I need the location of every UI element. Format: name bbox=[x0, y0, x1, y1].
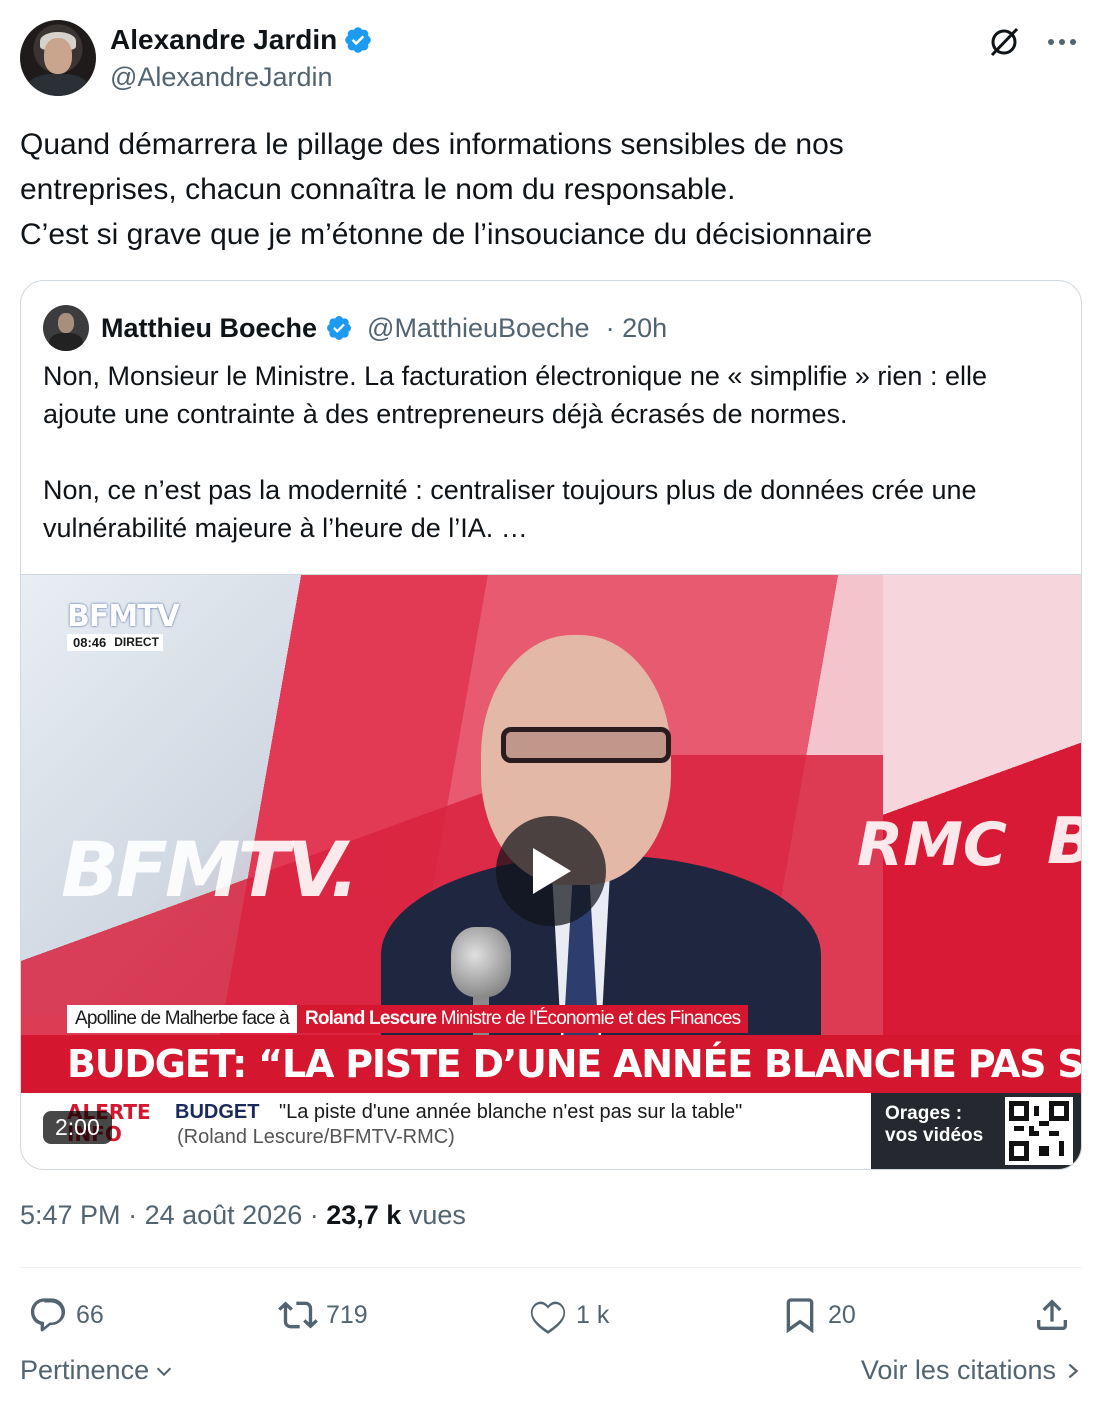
video-duration: 2:00 bbox=[43, 1111, 112, 1144]
lower-third-host: Apolline de Malherbe face à bbox=[67, 1005, 297, 1033]
lower-third: Apolline de Malherbe face à Roland Lescu… bbox=[67, 1005, 749, 1033]
repost-icon bbox=[278, 1301, 318, 1329]
quoted-tweet-time: · 20h bbox=[605, 312, 668, 343]
quoted-text-line: Non, ce n’est pas la modernité : central… bbox=[43, 475, 977, 505]
more-icon[interactable] bbox=[1044, 24, 1080, 60]
verified-badge-icon bbox=[327, 316, 351, 340]
tweet-text: Quand démarrera le pillage des informati… bbox=[20, 122, 1080, 257]
views-label: vues bbox=[408, 1200, 466, 1230]
video-headline: BUDGET: “LA PISTE D’UNE ANNÉE BLANCHE PA… bbox=[21, 1035, 1081, 1093]
chevron-down-icon bbox=[156, 1367, 172, 1376]
channel-logo: BFMTV 08:46 DIRECT bbox=[67, 599, 180, 651]
ticker-source: (Roland Lescure/BFMTV-RMC) bbox=[177, 1126, 455, 1148]
tweet-meta: 5:47 PM · 24 août 2026 · 23,7 k vues bbox=[20, 1200, 466, 1230]
author-handle[interactable]: @AlexandreJardin bbox=[110, 62, 333, 93]
channel-logo-text: BFMTV bbox=[67, 599, 180, 634]
view-quotes-link[interactable]: Voir les citations bbox=[861, 1355, 1082, 1386]
tweet-line: entreprises, chacun connaîtra le nom du … bbox=[20, 173, 736, 206]
quoted-author-handle: @MatthieuBoeche bbox=[367, 312, 590, 343]
quoted-tweet[interactable]: Matthieu Boeche @MatthieuBoeche · 20h No… bbox=[20, 280, 1082, 1170]
grok-icon[interactable] bbox=[986, 24, 1022, 60]
promo-line: Orages : bbox=[885, 1103, 963, 1124]
live-label: DIRECT bbox=[112, 634, 163, 651]
quoted-tweet-text: Non, Monsieur le Ministre. La facturatio… bbox=[43, 357, 1063, 547]
qr-code bbox=[1005, 1097, 1073, 1165]
repost-count: 719 bbox=[326, 1300, 368, 1329]
play-button[interactable] bbox=[496, 816, 606, 926]
ticker-promo: Orages : vos vidéos bbox=[871, 1093, 1081, 1169]
lower-third-guest: Roland Lescure bbox=[304, 1008, 437, 1029]
ticker-quote: "La piste d'une année blanche n'est pas … bbox=[279, 1101, 743, 1123]
ticker-label: BUDGET bbox=[175, 1101, 260, 1123]
author-display-name[interactable]: Alexandre Jardin bbox=[110, 24, 337, 56]
studio-watermark: RMC bbox=[857, 810, 1007, 880]
tweet-line: C’est si grave que je m’étonne de l’inso… bbox=[20, 218, 873, 251]
bookmark-icon bbox=[786, 1298, 814, 1334]
quoted-text-line: ajoute une contrainte à des entrepreneur… bbox=[43, 399, 848, 429]
header-actions bbox=[986, 24, 1080, 60]
play-icon bbox=[533, 848, 571, 894]
tweet-date[interactable]: 24 août 2026 bbox=[145, 1200, 303, 1230]
studio-watermark: BFMTV. bbox=[61, 825, 359, 914]
lower-third-guest-block: Roland Lescure Ministre de l'Économie et… bbox=[296, 1005, 749, 1033]
video-player[interactable]: BFMTV. RMC B BFMTV 08:46 DIRECT Apollin bbox=[21, 574, 1081, 1169]
views-count: 23,7 k bbox=[326, 1200, 402, 1230]
action-bar: 66 719 1 k 20 bbox=[20, 1290, 1082, 1340]
share-icon bbox=[1037, 1299, 1067, 1330]
quoted-text-line: vulnérabilité majeure à l’heure de l’IA.… bbox=[43, 513, 528, 543]
tweet-time[interactable]: 5:47 PM bbox=[20, 1200, 121, 1230]
like-count: 1 k bbox=[576, 1300, 610, 1329]
like-button[interactable]: 1 k bbox=[528, 1290, 609, 1340]
lower-third-role: Ministre de l'Économie et des Finances bbox=[440, 1008, 741, 1029]
view-quotes-label: Voir les citations bbox=[860, 1355, 1056, 1385]
divider bbox=[20, 1267, 1082, 1268]
studio-watermark: B bbox=[1047, 805, 1081, 879]
quoted-author-display-name: Matthieu Boeche bbox=[101, 312, 318, 343]
quoted-text-line: Non, Monsieur le Ministre. La facturatio… bbox=[43, 361, 987, 391]
news-ticker: ALERTE INFO BUDGET "La piste d'une année… bbox=[21, 1093, 1081, 1169]
broadcast-time: 08:46 bbox=[67, 634, 113, 651]
quoted-author-avatar bbox=[43, 305, 89, 351]
verified-badge-icon bbox=[345, 27, 372, 53]
author-avatar[interactable] bbox=[20, 20, 96, 96]
sort-label: Pertinence bbox=[20, 1355, 150, 1385]
tweet-header: Alexandre Jardin @AlexandreJardin bbox=[20, 20, 1080, 98]
quoted-tweet-header: Matthieu Boeche @MatthieuBoeche · 20h bbox=[43, 305, 667, 351]
sort-dropdown[interactable]: Pertinence bbox=[20, 1355, 175, 1386]
video-speaker bbox=[381, 635, 861, 1055]
reply-count: 66 bbox=[76, 1300, 104, 1329]
author-name-row: Alexandre Jardin bbox=[110, 24, 373, 56]
bookmark-button[interactable]: 20 bbox=[780, 1290, 856, 1340]
reply-button[interactable]: 66 bbox=[28, 1290, 104, 1340]
replies-footer: Pertinence Voir les citations bbox=[20, 1355, 1082, 1391]
repost-button[interactable]: 719 bbox=[278, 1290, 368, 1340]
bookmark-count: 20 bbox=[828, 1300, 856, 1329]
heart-icon bbox=[530, 1301, 566, 1334]
promo-line: vos vidéos bbox=[885, 1125, 984, 1146]
reply-icon bbox=[30, 1298, 66, 1332]
chevron-right-icon bbox=[1068, 1363, 1079, 1378]
tweet-line: Quand démarrera le pillage des informati… bbox=[20, 128, 844, 161]
share-button[interactable] bbox=[1032, 1290, 1072, 1340]
